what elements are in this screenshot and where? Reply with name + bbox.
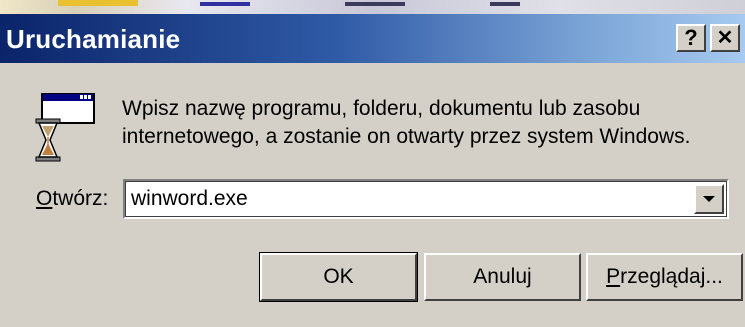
run-program-icon xyxy=(34,92,96,163)
browse-button[interactable]: Przeglądaj... xyxy=(586,253,743,301)
open-label-accesskey: O xyxy=(36,187,53,210)
instruction-line-1: Wpisz nazwę programu, folderu, dokumentu… xyxy=(122,97,641,120)
cancel-button[interactable]: Anuluj xyxy=(424,253,581,301)
open-combobox[interactable] xyxy=(123,179,729,219)
ok-button-label: OK xyxy=(323,265,354,288)
open-field-label: Otwórz: xyxy=(36,187,108,211)
help-icon: ? xyxy=(684,25,698,50)
open-label-text: twórz: xyxy=(52,187,109,210)
ok-button[interactable]: OK xyxy=(259,252,418,302)
instruction-text: Wpisz nazwę programu, folderu, dokumentu… xyxy=(122,95,722,151)
close-icon: ✕ xyxy=(716,27,734,49)
browse-label-rest: rzeglądaj... xyxy=(620,265,723,288)
title-bar[interactable]: Uruchamianie ? ✕ xyxy=(0,14,745,63)
chevron-down-icon xyxy=(703,196,715,202)
background-window-strip xyxy=(0,0,745,14)
close-button[interactable]: ✕ xyxy=(710,24,740,52)
browse-button-label: Przeglądaj... xyxy=(606,265,723,289)
cancel-button-label: Anuluj xyxy=(473,265,532,288)
window-title: Uruchamianie xyxy=(6,24,181,54)
instruction-line-2: internetowego, a zostanie on otwarty prz… xyxy=(122,125,691,148)
dropdown-button[interactable] xyxy=(694,184,724,214)
browse-accesskey: P xyxy=(606,265,621,288)
open-input[interactable] xyxy=(131,185,691,213)
help-button[interactable]: ? xyxy=(676,24,706,52)
